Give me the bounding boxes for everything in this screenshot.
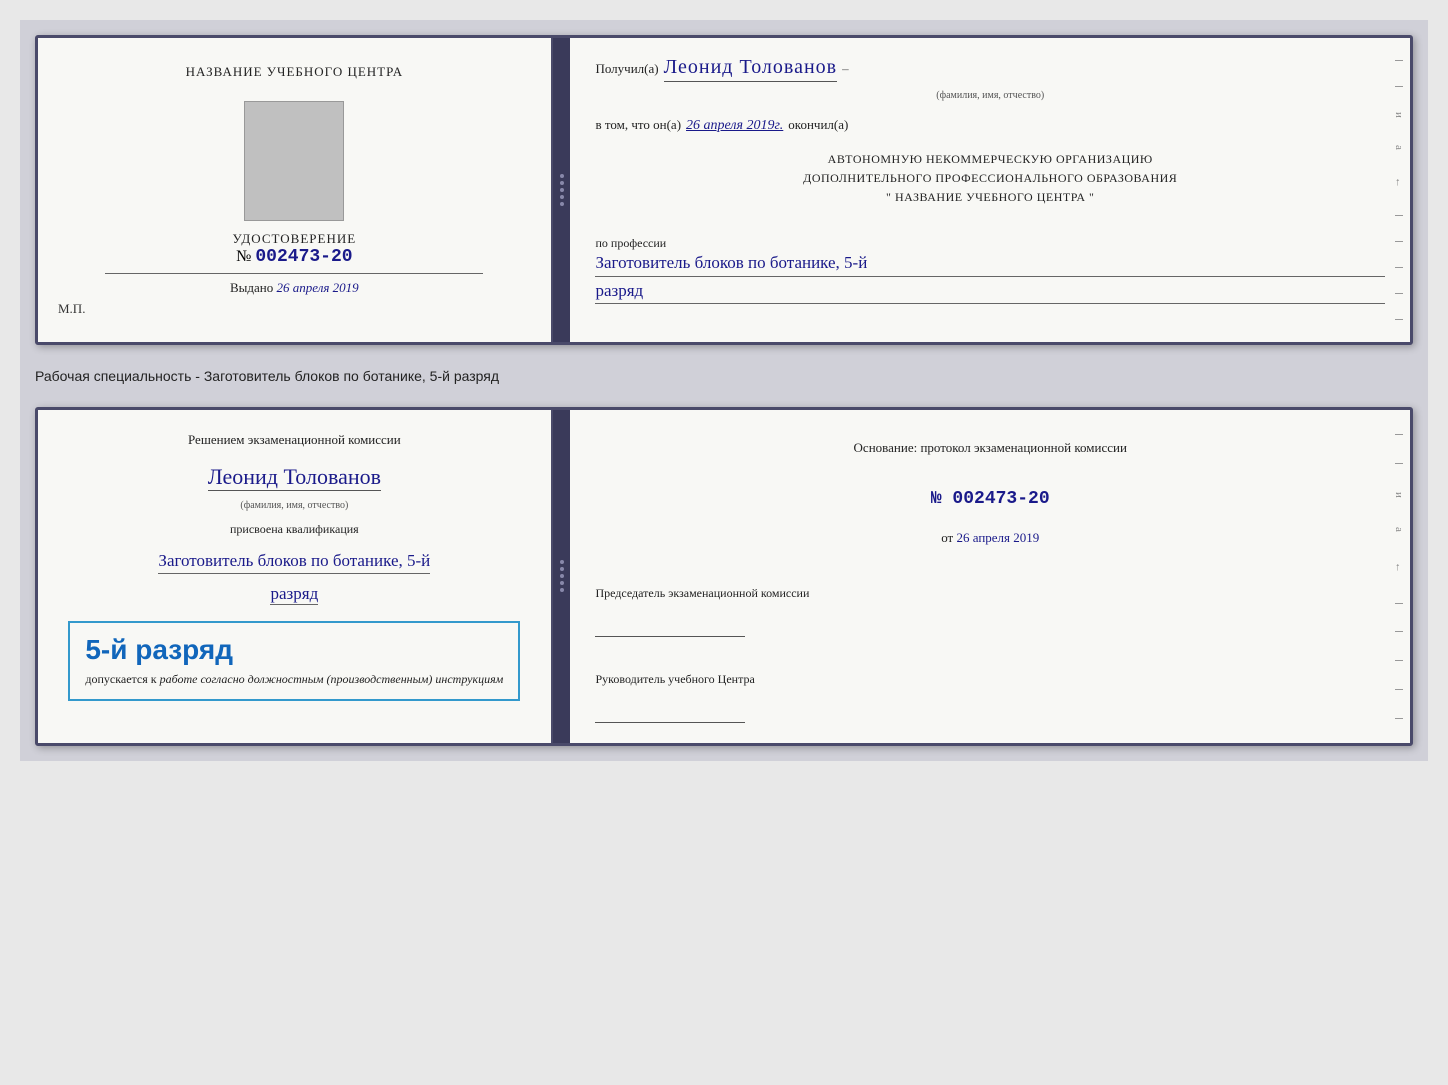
commission-title: Решением экзаменационной комиссии — [188, 430, 401, 450]
spine-dot-2 — [560, 181, 564, 185]
commission-intro: Решением экзаменационной комиссии — [188, 432, 401, 447]
spine-dot-b4 — [560, 581, 564, 585]
bottom-doc-left: Решением экзаменационной комиссии Леонид… — [38, 410, 553, 743]
spine-dot-4 — [560, 195, 564, 199]
bottom-document: Решением экзаменационной комиссии Леонид… — [35, 407, 1413, 746]
qualification-name: Заготовитель блоков по ботанике, 5-й — [158, 548, 430, 575]
rank-bottom: разряд — [270, 584, 318, 605]
spine-dot-b3 — [560, 574, 564, 578]
profession-section: по профессии Заготовитель блоков по бота… — [595, 230, 1385, 305]
issued-label: Выдано — [230, 280, 273, 295]
mp-label: М.П. — [58, 301, 85, 317]
divider-line — [105, 273, 483, 274]
director-label: Руководитель учебного Центра — [595, 670, 1385, 688]
spine-dot-b5 — [560, 588, 564, 592]
side-line-2 — [1395, 86, 1403, 87]
rank-top: разряд — [595, 281, 1385, 304]
chairman-block: Председатель экзаменационной комиссии — [595, 584, 1385, 642]
cert-label: УДОСТОВЕРЕНИЕ — [233, 231, 357, 247]
spine-top — [553, 38, 571, 342]
side-text: и — [1393, 112, 1405, 120]
rank-box: 5-й разряд допускается к работе согласно… — [68, 621, 520, 701]
cert-number: 002473-20 — [255, 247, 352, 267]
cert-number-line: № 002473-20 — [233, 247, 357, 267]
photo-placeholder — [244, 101, 344, 221]
profession-label: по профессии — [595, 236, 1385, 251]
recipient-line: Получил(а) Леонид Толованов – — [595, 56, 1385, 82]
bottom-doc-right: Основание: протокол экзаменационной коми… — [570, 410, 1410, 743]
org-line2: ДОПОЛНИТЕЛЬНОГО ПРОФЕССИОНАЛЬНОГО ОБРАЗО… — [595, 169, 1385, 188]
side-line-b7 — [1395, 718, 1403, 719]
commission-person-name: Леонид Толованов — [208, 464, 381, 491]
allowed-label: допускается к — [85, 672, 156, 686]
spine-bottom — [553, 410, 571, 743]
top-doc-right: Получил(а) Леонид Толованов – (фамилия, … — [570, 38, 1410, 342]
side-text-b3: ← — [1393, 562, 1405, 575]
chairman-signature-line — [595, 617, 745, 637]
name-hint: (фамилия, имя, отчество) — [595, 90, 1385, 101]
side-line-3 — [1395, 215, 1403, 216]
side-line-b3 — [1395, 603, 1403, 604]
spine-dot-1 — [560, 174, 564, 178]
top-document: НАЗВАНИЕ УЧЕБНОГО ЦЕНТРА УДОСТОВЕРЕНИЕ №… — [35, 35, 1413, 345]
spine-dot-5 — [560, 202, 564, 206]
side-lines-bottom: и а ← — [1393, 420, 1405, 733]
protocol-number: № 002473-20 — [595, 489, 1385, 509]
date-confirmed-line: в том, что он(а) 26 апреля 2019г. окончи… — [595, 117, 1385, 134]
director-block: Руководитель учебного Центра — [595, 650, 1385, 728]
allowed-text: допускается к работе согласно должностны… — [85, 672, 503, 687]
specialty-label: Рабочая специальность - Заготовитель бло… — [35, 363, 1413, 389]
date-from-line: от 26 апреля 2019 — [595, 530, 1385, 546]
commission-name-hint: (фамилия, имя, отчество) — [240, 500, 348, 511]
completed-date: 26 апреля 2019г. — [686, 118, 783, 134]
issued-line: Выдано 26 апреля 2019 — [230, 280, 359, 296]
completed-label: окончил(а) — [788, 117, 848, 133]
side-text-2: а — [1393, 145, 1405, 152]
side-line-b1 — [1395, 434, 1403, 435]
received-label: Получил(а) — [595, 61, 658, 77]
top-doc-left: НАЗВАНИЕ УЧЕБНОГО ЦЕНТРА УДОСТОВЕРЕНИЕ №… — [38, 38, 553, 342]
side-text-b2: а — [1393, 527, 1405, 534]
in-that-label: в том, что он(а) — [595, 117, 681, 133]
side-line-1 — [1395, 60, 1403, 61]
spine-dot-b2 — [560, 567, 564, 571]
side-text-b: и — [1393, 492, 1405, 500]
page-wrapper: НАЗВАНИЕ УЧЕБНОГО ЦЕНТРА УДОСТОВЕРЕНИЕ №… — [20, 20, 1428, 761]
side-line-7 — [1395, 319, 1403, 320]
spine-dot-3 — [560, 188, 564, 192]
date-from-value: 26 апреля 2019 — [956, 530, 1039, 545]
org-block: АВТОНОМНУЮ НЕКОММЕРЧЕСКУЮ ОРГАНИЗАЦИЮ ДО… — [595, 150, 1385, 208]
profession-name: Заготовитель блоков по ботанике, 5-й — [595, 251, 1385, 278]
school-title-top: НАЗВАНИЕ УЧЕБНОГО ЦЕНТРА — [186, 63, 403, 81]
issued-date: 26 апреля 2019 — [277, 280, 359, 295]
side-lines-top: и а ← — [1393, 48, 1405, 332]
side-text-3: ← — [1393, 177, 1405, 190]
rank-big-text: 5-й разряд — [85, 635, 233, 666]
cert-number-prefix: № — [236, 248, 251, 265]
assigned-qual-label: присвоена квалификация — [230, 522, 359, 537]
cert-title-block: УДОСТОВЕРЕНИЕ № 002473-20 — [233, 231, 357, 267]
chairman-label: Председатель экзаменационной комиссии — [595, 584, 1385, 602]
name-hint-line: (фамилия, имя, отчество) — [595, 90, 1385, 101]
recipient-name: Леонид Толованов — [664, 56, 838, 82]
date-from-prefix: от — [941, 530, 953, 545]
side-line-b4 — [1395, 631, 1403, 632]
basis-title: Основание: протокол экзаменационной коми… — [595, 438, 1385, 458]
side-line-4 — [1395, 241, 1403, 242]
director-signature-line — [595, 703, 745, 723]
side-line-b5 — [1395, 660, 1403, 661]
dash: – — [842, 61, 849, 77]
side-line-b2 — [1395, 463, 1403, 464]
org-line3: " НАЗВАНИЕ УЧЕБНОГО ЦЕНТРА " — [595, 188, 1385, 207]
allowed-italic: работе согласно должностным (производств… — [160, 672, 504, 686]
side-line-b6 — [1395, 689, 1403, 690]
spine-dot-b1 — [560, 560, 564, 564]
side-line-5 — [1395, 267, 1403, 268]
side-line-6 — [1395, 293, 1403, 294]
org-line1: АВТОНОМНУЮ НЕКОММЕРЧЕСКУЮ ОРГАНИЗАЦИЮ — [595, 150, 1385, 169]
